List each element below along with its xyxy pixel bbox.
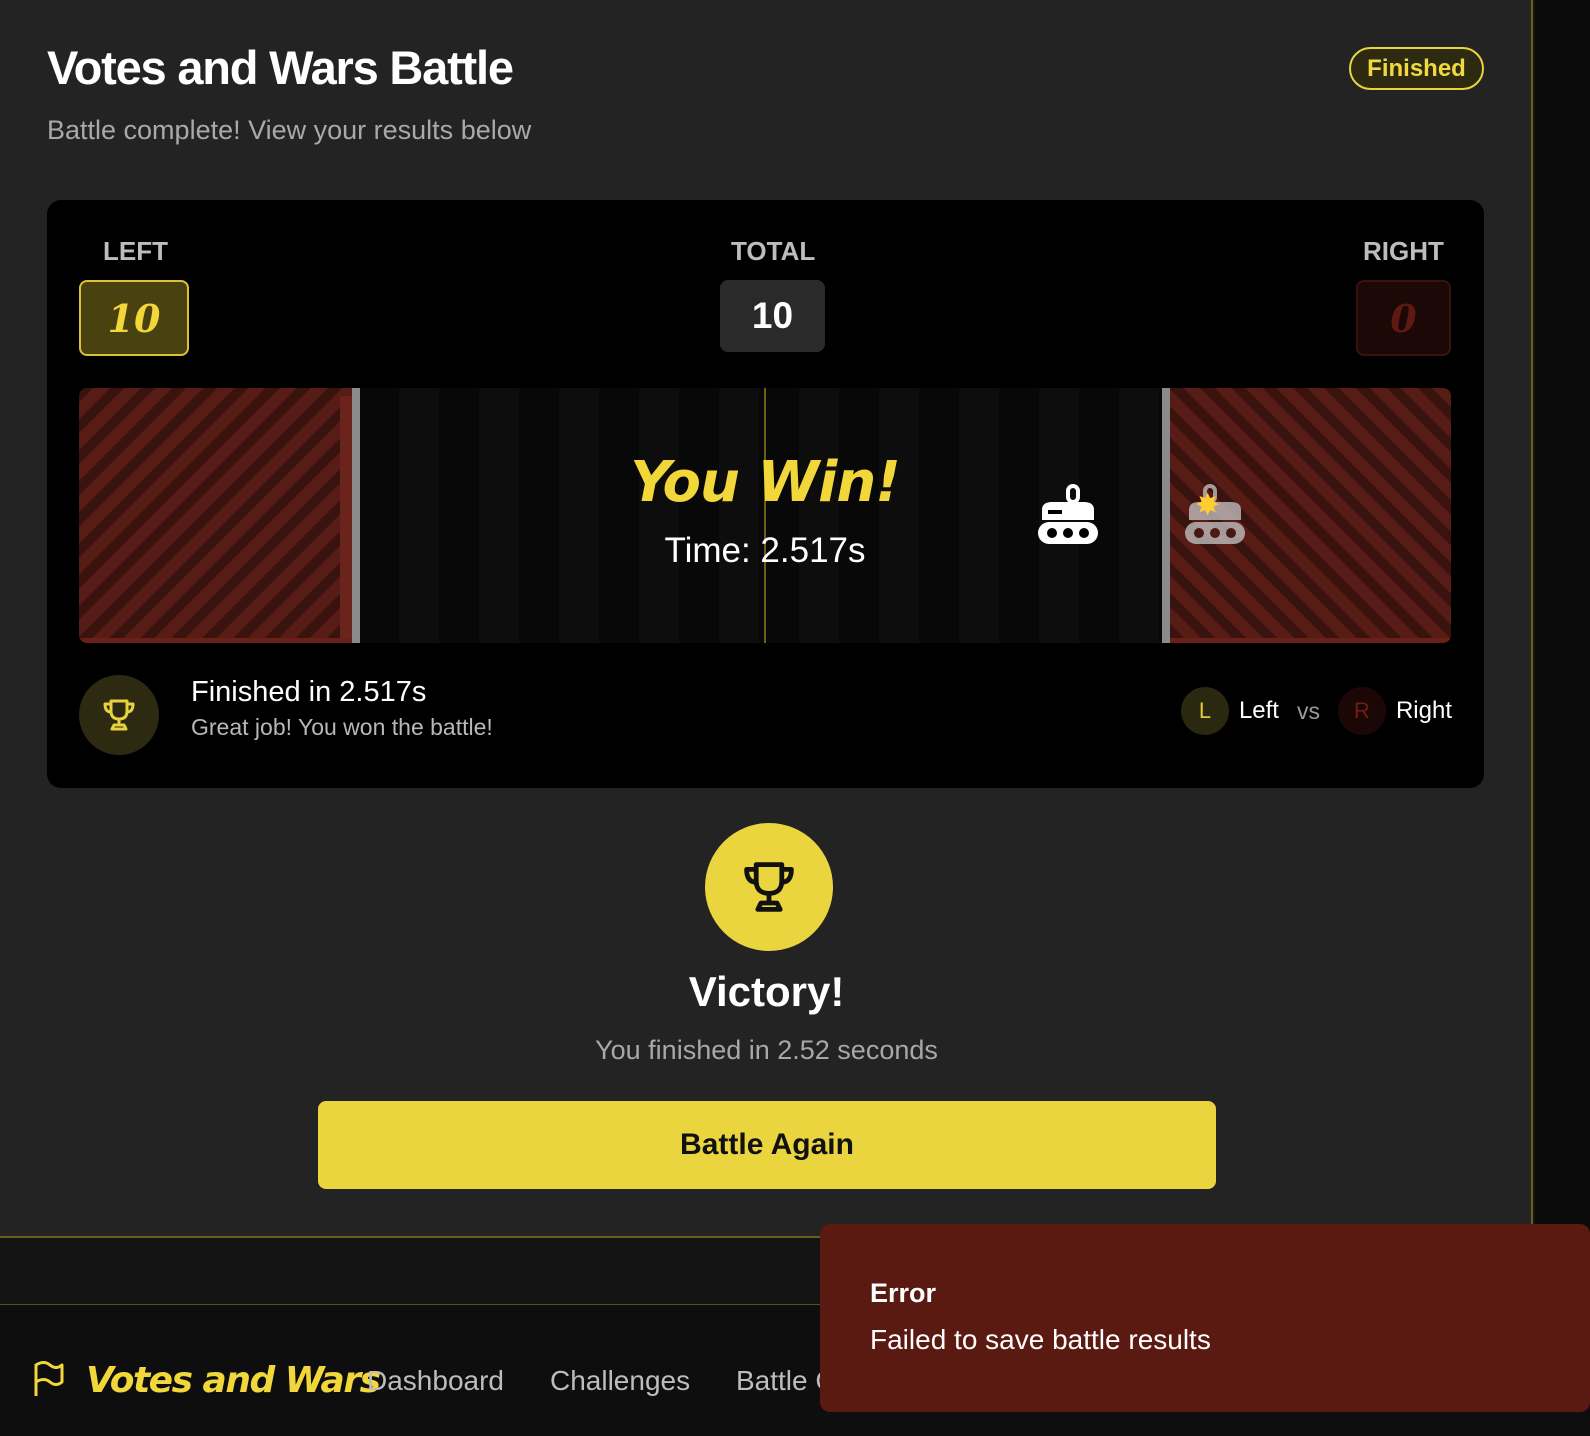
result-message: Great job! You won the battle! xyxy=(191,714,493,740)
victory-title: Victory! xyxy=(688,968,845,1015)
total-label: TOTAL xyxy=(731,236,816,266)
toast-title: Error xyxy=(870,1278,937,1308)
brand-logo[interactable]: Votes and Wars xyxy=(86,1360,381,1401)
left-player-name: Left xyxy=(1238,697,1279,724)
victory-subtitle: You finished in 2.52 seconds xyxy=(595,1035,938,1065)
nav-dashboard[interactable]: Dashboard xyxy=(367,1365,504,1397)
left-score: 10 xyxy=(79,280,189,356)
center-line xyxy=(764,388,766,643)
battle-again-button[interactable]: Battle Again xyxy=(318,1101,1216,1189)
nav-challenges[interactable]: Challenges xyxy=(550,1365,690,1397)
right-avatar: R xyxy=(1337,687,1386,735)
left-wall xyxy=(352,388,360,643)
battle-card: Votes and Wars Battle Battle complete! V… xyxy=(0,0,1533,1238)
right-score: 0 xyxy=(1356,280,1451,356)
tank-icon xyxy=(1038,484,1098,544)
trophy-icon xyxy=(79,675,159,755)
battle-arena: You Win! Time: 2.517s ✸ xyxy=(79,388,1451,643)
victory-trophy-icon xyxy=(705,823,833,951)
left-label: LEFT xyxy=(103,236,168,266)
page-title: Votes and Wars Battle xyxy=(47,41,514,94)
versus-row: L Left vs R Right xyxy=(1180,686,1452,736)
total-score: 10 xyxy=(720,280,825,352)
right-player-name: Right xyxy=(1395,697,1452,724)
page-subtitle: Battle complete! View your results below xyxy=(47,115,532,145)
flag-icon xyxy=(34,1361,64,1396)
status-badge: Finished xyxy=(1349,47,1484,90)
right-wall xyxy=(1162,388,1170,643)
toast-message: Failed to save battle results xyxy=(870,1324,1211,1355)
left-avatar: L xyxy=(1180,687,1229,735)
page: Votes and Wars Battle Battle complete! V… xyxy=(0,0,1590,1436)
finished-time-text: Finished in 2.517s xyxy=(191,676,427,708)
battle-panel: LEFT TOTAL RIGHT 10 10 0 You Win! Time: … xyxy=(47,200,1484,788)
left-base-zone xyxy=(79,388,352,643)
vs-label: vs xyxy=(1296,697,1320,724)
right-label: RIGHT xyxy=(1363,236,1444,266)
right-edge-strip xyxy=(1535,0,1590,1285)
error-toast[interactable]: Error Failed to save battle results xyxy=(820,1224,1590,1412)
explosion-icon: ✸ xyxy=(1195,489,1221,522)
